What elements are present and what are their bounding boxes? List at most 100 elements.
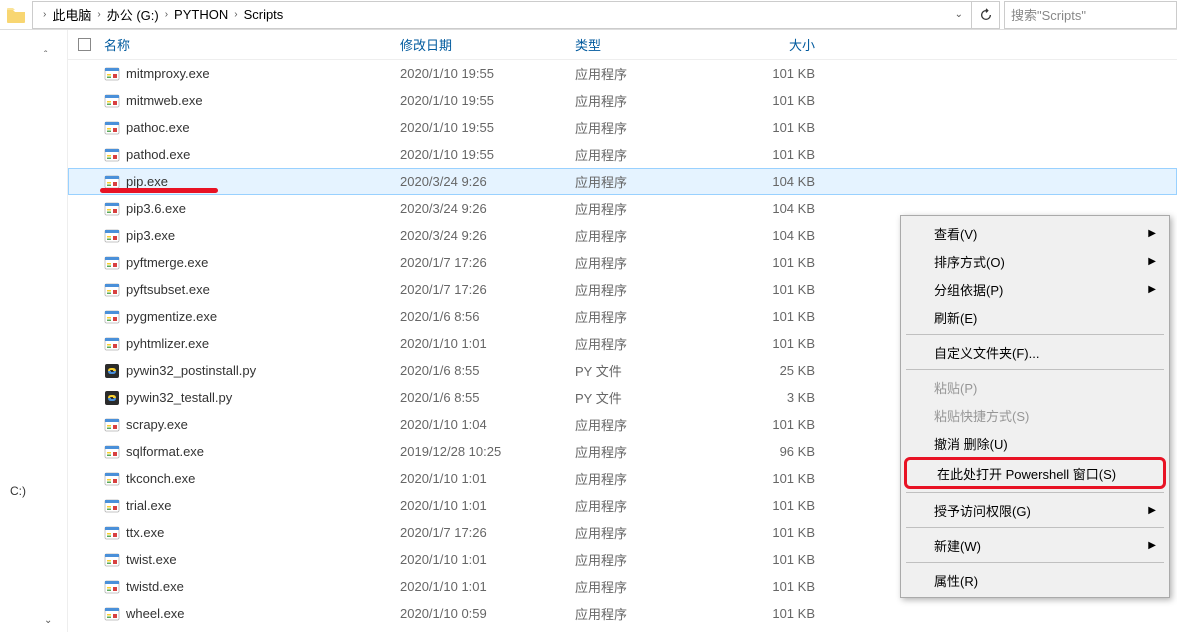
submenu-arrow-icon: ▶ — [1148, 540, 1156, 551]
file-name: ttx.exe — [126, 525, 400, 540]
file-date: 2020/3/24 9:26 — [400, 228, 575, 243]
file-row[interactable]: pathod.exe2020/1/10 19:55应用程序101 KB — [68, 141, 1177, 168]
menu-separator — [906, 334, 1164, 335]
file-size: 101 KB — [725, 498, 825, 513]
file-date: 2020/1/7 17:26 — [400, 255, 575, 270]
file-type: 应用程序 — [575, 523, 725, 542]
file-name: twistd.exe — [126, 579, 400, 594]
menu-refresh[interactable]: 刷新(E) — [904, 303, 1166, 331]
column-size[interactable]: 大小 — [725, 35, 825, 54]
submenu-arrow-icon: ▶ — [1148, 228, 1156, 239]
file-date: 2020/1/10 1:01 — [400, 336, 575, 351]
file-size: 104 KB — [725, 228, 825, 243]
file-date: 2020/1/10 1:04 — [400, 417, 575, 432]
file-row[interactable]: pip.exe2020/3/24 9:26应用程序104 KB — [68, 168, 1177, 195]
file-name: pygmentize.exe — [126, 309, 400, 324]
file-name: pathod.exe — [126, 147, 400, 162]
nav-tree[interactable]: ˆ C:) ⌄ — [0, 30, 68, 632]
file-row[interactable]: wheel.exe2020/1/10 0:59应用程序101 KB — [68, 600, 1177, 627]
file-date: 2020/1/6 8:56 — [400, 309, 575, 324]
scroll-up-icon[interactable]: ˆ — [44, 50, 47, 61]
file-date: 2020/3/24 9:26 — [400, 174, 575, 189]
menu-customize[interactable]: 自定义文件夹(F)... — [904, 338, 1166, 366]
file-size: 104 KB — [725, 174, 825, 189]
menu-view[interactable]: 查看(V)▶ — [904, 219, 1166, 247]
refresh-button[interactable] — [972, 1, 1000, 29]
scroll-down-icon[interactable]: ⌄ — [44, 615, 52, 626]
file-type: 应用程序 — [575, 253, 725, 272]
menu-new[interactable]: 新建(W)▶ — [904, 531, 1166, 559]
chevron-right-icon: › — [234, 9, 237, 20]
file-row[interactable]: pathoc.exe2020/1/10 19:55应用程序101 KB — [68, 114, 1177, 141]
file-name: mitmweb.exe — [126, 93, 400, 108]
file-type: 应用程序 — [575, 550, 725, 569]
file-size: 101 KB — [725, 93, 825, 108]
file-type: 应用程序 — [575, 442, 725, 461]
menu-properties[interactable]: 属性(R) — [904, 566, 1166, 594]
file-name: pywin32_testall.py — [126, 390, 400, 405]
breadcrumb-item[interactable]: 办公 (G:) — [107, 5, 159, 24]
menu-open-powershell[interactable]: 在此处打开 Powershell 窗口(S) — [904, 457, 1166, 489]
file-type: 应用程序 — [575, 118, 725, 137]
file-date: 2020/1/7 17:26 — [400, 282, 575, 297]
file-icon — [104, 498, 126, 514]
file-size: 101 KB — [725, 120, 825, 135]
file-type: 应用程序 — [575, 226, 725, 245]
menu-separator — [906, 369, 1164, 370]
breadcrumb-item[interactable]: PYTHON — [174, 7, 228, 22]
select-all-checkbox[interactable] — [78, 38, 91, 51]
menu-group[interactable]: 分组依据(P)▶ — [904, 275, 1166, 303]
file-name: wheel.exe — [126, 606, 400, 621]
dropdown-icon[interactable]: ⌄ — [955, 9, 963, 20]
file-icon — [104, 120, 126, 136]
file-size: 3 KB — [725, 390, 825, 405]
column-date[interactable]: 修改日期 — [400, 35, 575, 54]
file-date: 2020/1/10 1:01 — [400, 498, 575, 513]
file-size: 101 KB — [725, 417, 825, 432]
file-icon — [104, 606, 126, 622]
file-row[interactable]: mitmproxy.exe2020/1/10 19:55应用程序101 KB — [68, 60, 1177, 87]
file-date: 2020/1/10 19:55 — [400, 66, 575, 81]
file-type: PY 文件 — [575, 361, 725, 380]
submenu-arrow-icon: ▶ — [1148, 284, 1156, 295]
file-size: 101 KB — [725, 552, 825, 567]
file-name: pip3.6.exe — [126, 201, 400, 216]
column-type[interactable]: 类型 — [575, 35, 725, 54]
file-type: PY 文件 — [575, 388, 725, 407]
file-date: 2020/1/10 1:01 — [400, 471, 575, 486]
breadcrumb-item[interactable]: Scripts — [244, 7, 284, 22]
file-name: scrapy.exe — [126, 417, 400, 432]
drive-c-label[interactable]: C:) — [10, 484, 26, 498]
file-name: trial.exe — [126, 498, 400, 513]
file-date: 2020/1/10 19:55 — [400, 120, 575, 135]
search-input[interactable]: 搜索"Scripts" — [1004, 1, 1177, 29]
file-type: 应用程序 — [575, 334, 725, 353]
file-type: 应用程序 — [575, 172, 725, 191]
file-row[interactable]: mitmweb.exe2020/1/10 19:55应用程序101 KB — [68, 87, 1177, 114]
menu-sort[interactable]: 排序方式(O)▶ — [904, 247, 1166, 275]
file-icon — [104, 444, 126, 460]
file-date: 2020/1/10 19:55 — [400, 93, 575, 108]
file-size: 101 KB — [725, 309, 825, 324]
chevron-right-icon: › — [165, 9, 168, 20]
file-size: 104 KB — [725, 201, 825, 216]
menu-undo-delete[interactable]: 撤消 删除(U) — [904, 429, 1166, 457]
file-size: 101 KB — [725, 471, 825, 486]
column-name[interactable]: 名称 — [104, 35, 400, 54]
menu-access[interactable]: 授予访问权限(G)▶ — [904, 496, 1166, 524]
red-underline-annotation — [100, 188, 218, 193]
file-icon — [104, 336, 126, 352]
breadcrumb[interactable]: › 此电脑 › 办公 (G:) › PYTHON › Scripts ⌄ — [32, 1, 972, 29]
file-size: 101 KB — [725, 525, 825, 540]
breadcrumb-item[interactable]: 此电脑 — [52, 5, 91, 24]
file-date: 2020/1/6 8:55 — [400, 390, 575, 405]
submenu-arrow-icon: ▶ — [1148, 505, 1156, 516]
file-size: 25 KB — [725, 363, 825, 378]
file-name: tkconch.exe — [126, 471, 400, 486]
file-icon — [104, 228, 126, 244]
file-size: 101 KB — [725, 66, 825, 81]
file-name: mitmproxy.exe — [126, 66, 400, 81]
file-date: 2020/3/24 9:26 — [400, 201, 575, 216]
file-type: 应用程序 — [575, 577, 725, 596]
search-placeholder: 搜索"Scripts" — [1011, 5, 1086, 24]
